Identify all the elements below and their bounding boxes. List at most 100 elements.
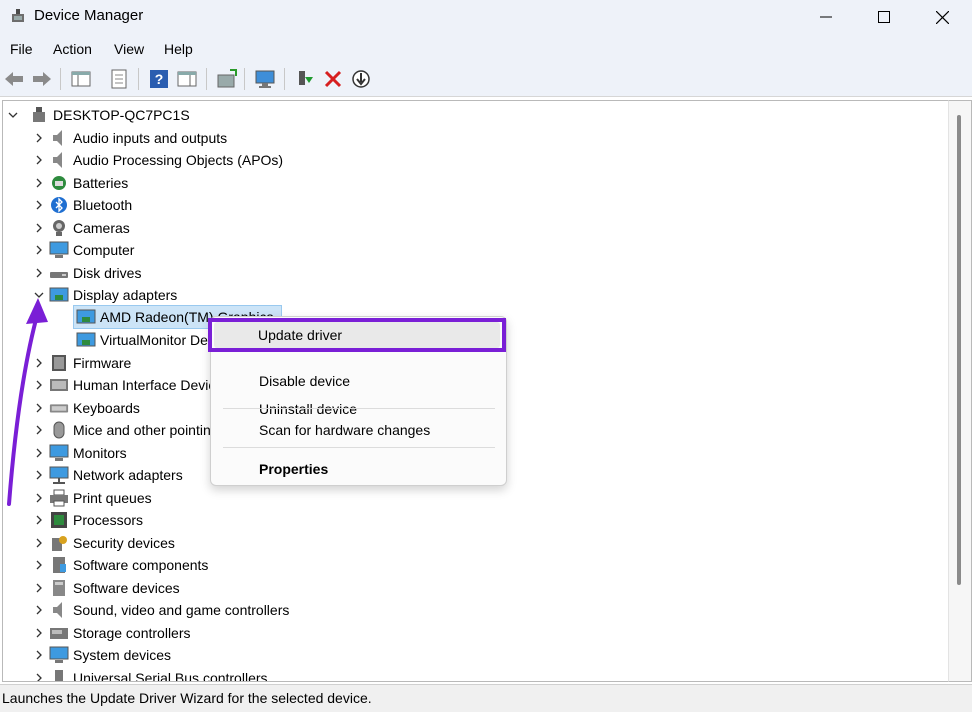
enable-device-icon [299, 71, 313, 85]
minimize-button[interactable] [797, 0, 855, 34]
battery-icon [49, 174, 69, 192]
annotation-highlight-box [208, 318, 506, 352]
uninstall-button[interactable] [322, 68, 344, 90]
tree-category[interactable]: Cameras [33, 217, 130, 239]
chevron-right-icon[interactable] [33, 154, 45, 166]
tree-category-label: Security devices [73, 535, 175, 551]
close-button[interactable] [913, 0, 971, 34]
camera-icon [49, 219, 69, 237]
menu-separator [223, 447, 495, 448]
tree-category-label: Keyboards [73, 400, 140, 416]
annotation-arrow [7, 298, 48, 506]
speaker-icon [49, 601, 69, 619]
context-menu-scan-hardware-changes[interactable]: Scan for hardware changes [259, 422, 430, 438]
menu-bar: File Action View Help [0, 34, 972, 62]
tree-category[interactable]: Processors [33, 509, 143, 531]
software-device-icon [49, 579, 69, 597]
tree-category-label: Batteries [73, 175, 129, 191]
tree-category-label: System devices [73, 647, 172, 663]
maximize-button[interactable] [855, 0, 913, 34]
tree-category[interactable]: Disk drives [33, 262, 141, 284]
tree-category[interactable]: System devices [33, 644, 171, 666]
tree-category[interactable]: Universal Serial Bus controllers [33, 667, 268, 681]
bluetooth-icon [49, 196, 69, 214]
tree-category-label: Processors [73, 512, 144, 528]
menu-separator [223, 408, 495, 409]
chevron-right-icon[interactable] [33, 672, 45, 681]
chevron-right-icon[interactable] [33, 244, 45, 256]
forward-button[interactable] [31, 68, 53, 90]
context-menu-uninstall-device[interactable]: Uninstall device [259, 401, 357, 417]
chevron-right-icon[interactable] [33, 199, 45, 211]
tree-category[interactable]: Security devices [33, 532, 175, 554]
chevron-right-icon[interactable] [33, 582, 45, 594]
back-button[interactable] [3, 68, 25, 90]
toolbar-separator [60, 68, 61, 90]
chevron-right-icon[interactable] [33, 267, 45, 279]
tree-category-label: Firmware [73, 355, 132, 371]
context-menu-disable-device[interactable]: Disable device [259, 373, 350, 389]
tree-category[interactable]: Sound, video and game controllers [33, 599, 289, 621]
tree-category[interactable]: Human Interface Devices [33, 374, 230, 396]
show-hide-console-tree-button[interactable] [70, 68, 92, 90]
scrollbar-thumb[interactable] [957, 115, 961, 585]
menu-file[interactable]: File [10, 41, 33, 57]
chevron-right-icon[interactable] [33, 649, 45, 661]
window-title: Device Manager [34, 7, 144, 24]
display-adapter-icon [76, 308, 96, 326]
tree-category[interactable]: Software components [33, 554, 208, 576]
status-text: Launches the Update Driver Wizard for th… [2, 690, 372, 706]
action-pane-icon [177, 71, 197, 87]
chevron-right-icon[interactable] [33, 177, 45, 189]
chevron-right-icon[interactable] [33, 222, 45, 234]
chevron-right-icon[interactable] [33, 514, 45, 526]
chevron-right-icon[interactable] [33, 627, 45, 639]
properties-icon [111, 69, 127, 89]
menu-action[interactable]: Action [53, 41, 92, 57]
speaker-icon [49, 129, 69, 147]
toolbar: ? [0, 62, 972, 97]
update-driver-toolbar-button[interactable] [216, 68, 238, 90]
scan-hardware-icon [255, 70, 275, 88]
tree-category-label: Audio inputs and outputs [73, 130, 228, 146]
scan-hardware-button[interactable] [254, 68, 276, 90]
tree-category-label: Storage controllers [73, 625, 191, 641]
properties-button[interactable] [108, 68, 130, 90]
vertical-scrollbar[interactable] [948, 100, 972, 682]
chevron-right-icon[interactable] [33, 604, 45, 616]
disable-device-button[interactable] [350, 68, 372, 90]
tree-category[interactable]: Storage controllers [33, 622, 191, 644]
tree-category-label: Monitors [73, 445, 127, 461]
chevron-right-icon[interactable] [33, 537, 45, 549]
tree-root[interactable]: DESKTOP-QC7PC1S [7, 104, 190, 126]
chevron-right-icon[interactable] [33, 132, 45, 144]
usb-icon [49, 669, 69, 681]
menu-help[interactable]: Help [164, 41, 193, 57]
chevron-right-icon[interactable] [33, 559, 45, 571]
tree-category[interactable]: Computer [33, 239, 134, 261]
status-bar: Launches the Update Driver Wizard for th… [0, 684, 972, 712]
help-button[interactable]: ? [148, 68, 170, 90]
menu-view[interactable]: View [114, 41, 144, 57]
tree-category-label: Human Interface Devices [73, 377, 231, 393]
tree-category[interactable]: Audio inputs and outputs [33, 127, 227, 149]
tree-category-label: Software components [73, 557, 209, 573]
tree-category[interactable]: Audio Processing Objects (APOs) [33, 149, 283, 171]
tree-category[interactable]: Batteries [33, 172, 128, 194]
toolbar-separator [284, 68, 285, 90]
storage-icon [49, 624, 69, 642]
action-pane-button[interactable] [176, 68, 198, 90]
tree-category[interactable]: Bluetooth [33, 194, 132, 216]
maximize-icon [878, 11, 890, 23]
speaker-icon [49, 151, 69, 169]
computer-icon [49, 241, 69, 259]
chevron-down-icon[interactable] [7, 109, 19, 121]
tree-category-label: Sound, video and game controllers [73, 602, 290, 618]
display-adapter-icon [76, 331, 96, 349]
tree-category-label: Software devices [73, 580, 180, 596]
context-menu-properties[interactable]: Properties [259, 461, 328, 477]
title-bar: Device Manager [0, 0, 972, 34]
enable-device-button[interactable] [294, 68, 316, 90]
tree-category[interactable]: Software devices [33, 577, 180, 599]
minimize-icon [820, 16, 832, 18]
